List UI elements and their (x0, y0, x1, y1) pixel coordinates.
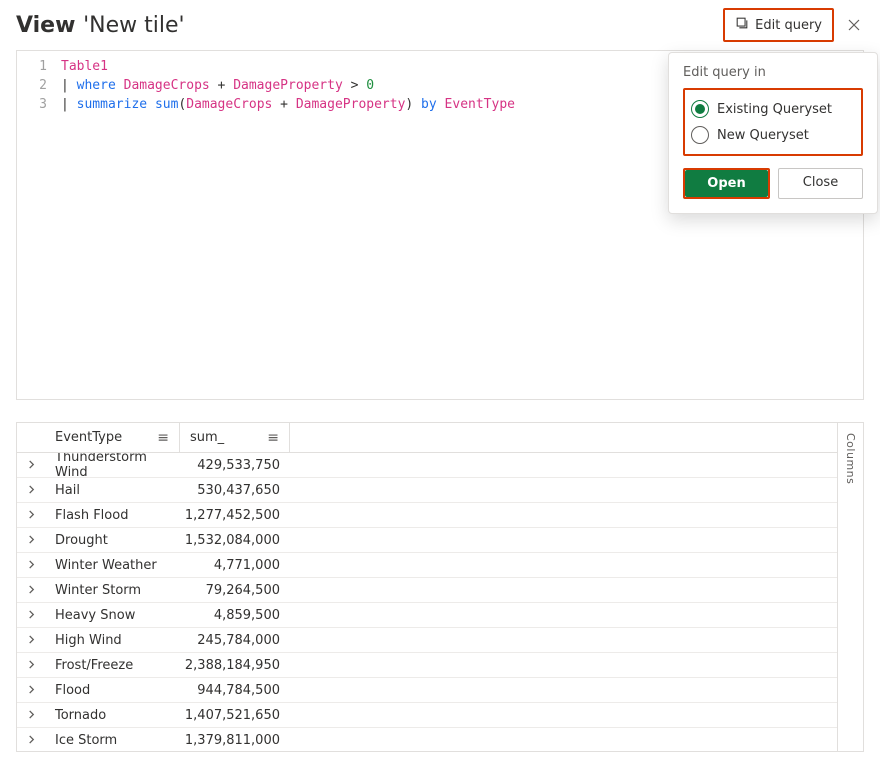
cell-eventtype: Hail (45, 483, 180, 498)
table-row[interactable]: Tornado1,407,521,650 (17, 703, 837, 728)
columns-tab-label: Columns (844, 433, 857, 484)
expand-row-icon[interactable] (17, 683, 45, 697)
cell-sum: 4,859,500 (180, 608, 290, 623)
cell-eventtype: Ice Storm (45, 733, 180, 748)
cell-eventtype: Heavy Snow (45, 608, 180, 623)
expand-row-icon[interactable] (17, 483, 45, 497)
cell-eventtype: Thunderstorm Wind (45, 453, 180, 480)
table-row[interactable]: Winter Storm79,264,500 (17, 578, 837, 603)
page-title: View 'New tile' (16, 13, 185, 38)
column-header-sum[interactable]: sum_ ≡ (180, 423, 290, 452)
table-row[interactable]: High Wind245,784,000 (17, 628, 837, 653)
table-row[interactable]: Flash Flood1,277,452,500 (17, 503, 837, 528)
cell-sum: 2,388,184,950 (180, 658, 290, 673)
table-row[interactable]: Thunderstorm Wind429,533,750 (17, 453, 837, 478)
column-menu-icon[interactable]: ≡ (157, 430, 169, 446)
table-header: EventType ≡ sum_ ≡ (17, 423, 837, 453)
table-row[interactable]: Ice Storm1,379,811,000 (17, 728, 837, 751)
cell-sum: 944,784,500 (180, 683, 290, 698)
expand-row-icon[interactable] (17, 533, 45, 547)
table-row[interactable]: Heavy Snow4,859,500 (17, 603, 837, 628)
columns-panel-toggle[interactable]: Columns (838, 422, 864, 752)
column-menu-icon[interactable]: ≡ (267, 430, 279, 446)
expand-row-icon[interactable] (17, 708, 45, 722)
cell-sum: 245,784,000 (180, 633, 290, 648)
radio-new-queryset[interactable]: New Queryset (689, 122, 857, 148)
cell-sum: 530,437,650 (180, 483, 290, 498)
expand-row-icon[interactable] (17, 733, 45, 747)
queryset-radio-group: Existing Queryset New Queryset (683, 88, 863, 156)
expand-row-icon[interactable] (17, 608, 45, 622)
table-row[interactable]: Frost/Freeze2,388,184,950 (17, 653, 837, 678)
cell-eventtype: Tornado (45, 708, 180, 723)
table-row[interactable]: Winter Weather4,771,000 (17, 553, 837, 578)
expand-row-icon[interactable] (17, 458, 45, 472)
header: View 'New tile' Edit query (16, 8, 864, 42)
cell-sum: 1,379,811,000 (180, 733, 290, 748)
edit-query-label: Edit query (755, 18, 822, 33)
table-row[interactable]: Drought1,532,084,000 (17, 528, 837, 553)
edit-query-icon (735, 16, 749, 34)
view-label: View (16, 13, 75, 38)
open-button[interactable]: Open (685, 170, 768, 197)
results-table: EventType ≡ sum_ ≡ Thunderstorm Wind429,… (16, 422, 838, 752)
radio-label: New Queryset (717, 128, 809, 143)
radio-label: Existing Queryset (717, 102, 832, 117)
line-number: 2 (17, 76, 61, 95)
edit-query-button[interactable]: Edit query (723, 8, 834, 42)
cell-eventtype: Flood (45, 683, 180, 698)
cell-eventtype: Drought (45, 533, 180, 548)
expand-row-icon[interactable] (17, 658, 45, 672)
radio-icon (691, 100, 709, 118)
cell-sum: 4,771,000 (180, 558, 290, 573)
cell-sum: 429,533,750 (180, 458, 290, 473)
cell-eventtype: Winter Weather (45, 558, 180, 573)
expand-row-icon[interactable] (17, 558, 45, 572)
cell-eventtype: Frost/Freeze (45, 658, 180, 673)
tile-name: 'New tile' (83, 13, 184, 38)
cell-eventtype: Flash Flood (45, 508, 180, 523)
line-number: 3 (17, 95, 61, 114)
expand-row-icon[interactable] (17, 508, 45, 522)
popover-title: Edit query in (683, 65, 863, 80)
expand-row-icon[interactable] (17, 583, 45, 597)
close-popover-button[interactable]: Close (778, 168, 863, 199)
column-header-eventtype[interactable]: EventType ≡ (45, 423, 180, 452)
edit-query-popover: Edit query in Existing Queryset New Quer… (668, 52, 878, 214)
line-number: 1 (17, 57, 61, 76)
cell-eventtype: High Wind (45, 633, 180, 648)
table-row[interactable]: Flood944,784,500 (17, 678, 837, 703)
radio-icon (691, 126, 709, 144)
cell-sum: 1,532,084,000 (180, 533, 290, 548)
cell-sum: 1,407,521,650 (180, 708, 290, 723)
cell-sum: 79,264,500 (180, 583, 290, 598)
table-row[interactable]: Hail530,437,650 (17, 478, 837, 503)
radio-existing-queryset[interactable]: Existing Queryset (689, 96, 857, 122)
cell-eventtype: Winter Storm (45, 583, 180, 598)
close-button[interactable] (844, 15, 864, 35)
expand-row-icon[interactable] (17, 633, 45, 647)
cell-sum: 1,277,452,500 (180, 508, 290, 523)
